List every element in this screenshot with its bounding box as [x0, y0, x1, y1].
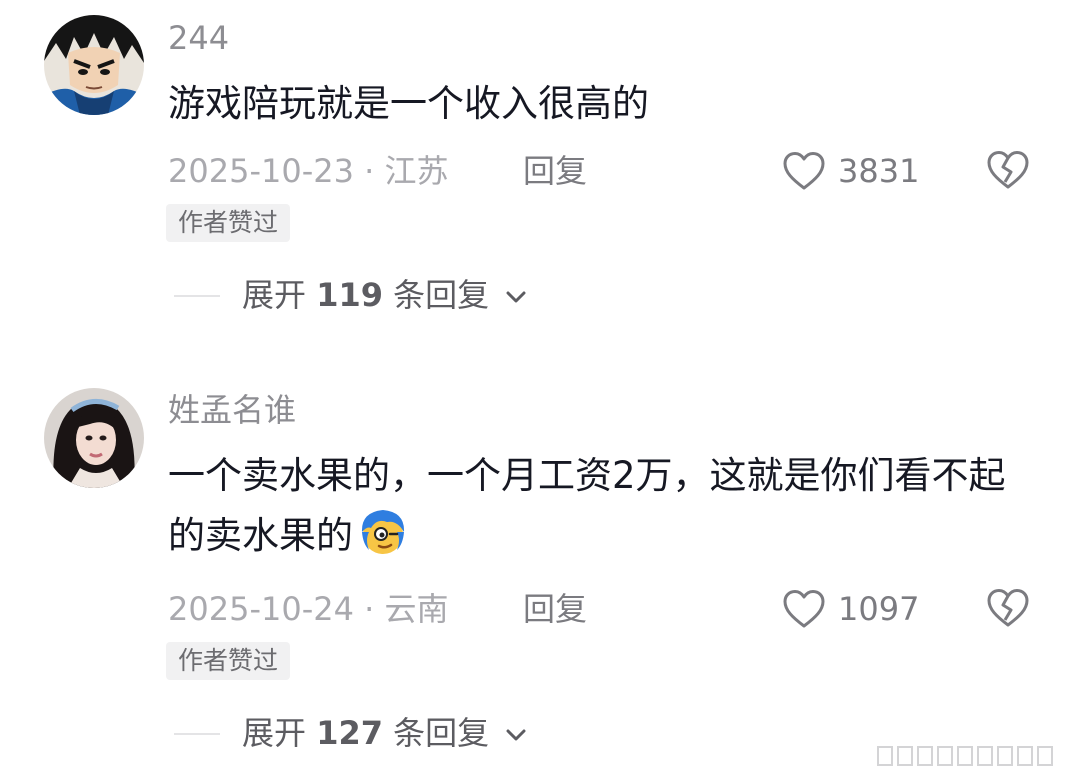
chevron-down-icon	[506, 729, 526, 741]
like-count: 3831	[838, 152, 920, 190]
avatar[interactable]	[44, 388, 144, 488]
author-liked-badge: 作者赞过	[166, 642, 291, 680]
expand-prefix: 展开	[242, 276, 307, 314]
avatar[interactable]	[44, 15, 144, 115]
expand-replies-label: 展开 119 条回复	[242, 272, 527, 318]
comment-meta: 2025-10-24 · 云南 回复 1097	[168, 586, 1048, 632]
avatar-image	[44, 15, 144, 115]
like-count: 1097	[838, 590, 920, 628]
expand-replies-label: 展开 127 条回复	[242, 710, 527, 756]
dislike-button[interactable]	[986, 587, 1030, 633]
date-location: 2025-10-23 · 江苏	[168, 152, 449, 190]
reply-button[interactable]: 回复	[523, 586, 587, 632]
reply-count: 127	[316, 714, 383, 752]
watermark	[877, 746, 1053, 766]
date-location: 2025-10-24 · 云南	[168, 590, 449, 628]
reply-button[interactable]: 回复	[523, 148, 587, 194]
comment-text: 一个卖水果的，一个月工资2万，这就是你们看不起的卖水果的	[168, 446, 1030, 566]
divider	[174, 295, 220, 297]
chevron-down-icon	[506, 291, 526, 303]
avatar-image	[44, 388, 144, 488]
expand-suffix: 条回复	[393, 714, 490, 752]
expand-prefix: 展开	[242, 714, 307, 752]
comment-text: 游戏陪玩就是一个收入很高的	[168, 82, 649, 125]
divider	[174, 733, 220, 735]
dislike-button[interactable]	[986, 149, 1030, 195]
comment-meta: 2025-10-23 · 江苏 回复 3831	[168, 148, 1048, 194]
author-liked-badge: 作者赞过	[166, 204, 291, 242]
blue-hair-emoji-icon	[361, 510, 405, 554]
broken-heart-icon	[987, 151, 1029, 189]
reply-count: 119	[316, 276, 383, 314]
comment-list: 244 游戏陪玩就是一个收入很高的 2025-10-23 · 江苏 回复 383…	[0, 0, 1080, 776]
comment-text-body: 一个卖水果的，一个月工资2万，这就是你们看不起的卖水果的	[168, 454, 1006, 557]
expand-suffix: 条回复	[393, 276, 490, 314]
heart-outline-icon	[783, 152, 825, 190]
username[interactable]: 244	[168, 18, 229, 58]
heart-outline-icon	[783, 590, 825, 628]
username[interactable]: 姓孟名谁	[168, 390, 296, 430]
broken-heart-icon	[987, 589, 1029, 627]
